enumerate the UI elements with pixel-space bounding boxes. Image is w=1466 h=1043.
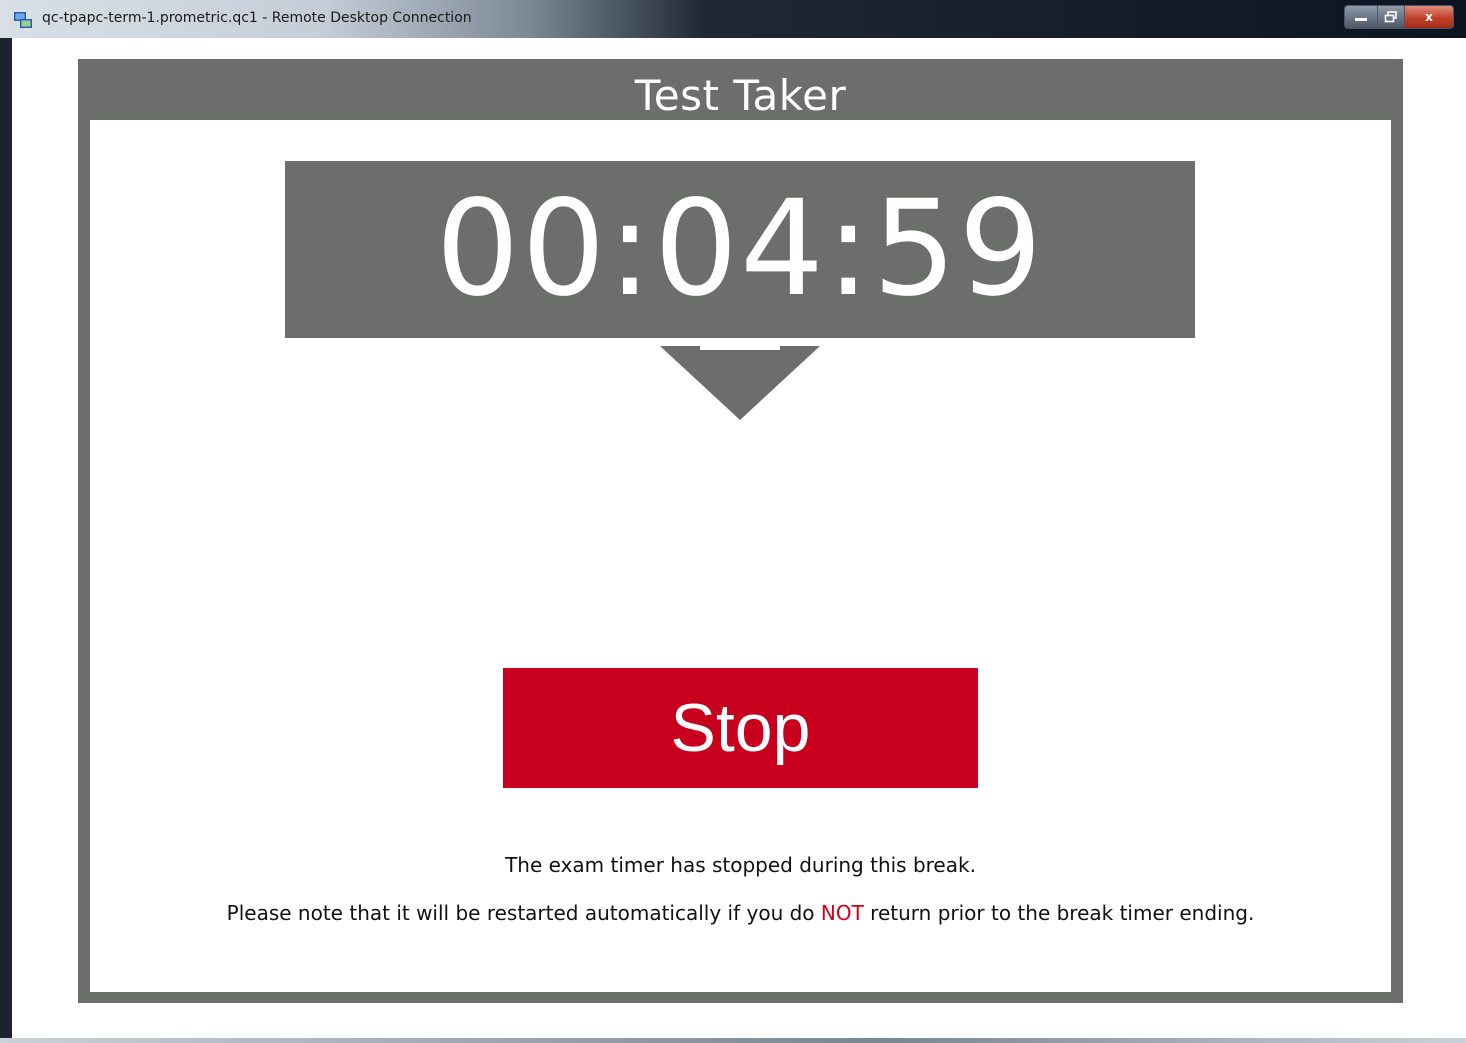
remote-desktop-icon	[14, 12, 32, 28]
restart-warning-message: Please note that it will be restarted au…	[90, 901, 1391, 925]
panel-body: 00:04:59 Stop The exam timer has stopped…	[90, 120, 1391, 992]
stop-button[interactable]: Stop	[503, 668, 978, 788]
restore-button[interactable]	[1378, 5, 1405, 29]
window-titlebar[interactable]: qc-tpapc-term-1.prometric.qc1 - Remote D…	[0, 0, 1466, 38]
panel-title: Test Taker	[634, 71, 847, 120]
restart-warning-text-end: return prior to the break timer ending.	[863, 901, 1255, 925]
minimize-button[interactable]	[1344, 5, 1378, 29]
restart-warning-text-start: Please note that it will be restarted au…	[226, 901, 821, 925]
test-taker-panel: Test Taker 00:04:59 Stop The exam timer …	[78, 59, 1403, 1003]
window-title: qc-tpapc-term-1.prometric.qc1 - Remote D…	[42, 10, 472, 26]
restore-icon	[1384, 11, 1397, 23]
window-controls: x	[1344, 5, 1454, 29]
restart-warning-emphasis: NOT	[820, 901, 864, 925]
down-arrow-icon	[660, 346, 820, 420]
remote-desktop-window: qc-tpapc-term-1.prometric.qc1 - Remote D…	[0, 0, 1466, 1043]
window-bottom-border	[0, 1038, 1466, 1043]
close-icon: x	[1425, 10, 1433, 24]
break-timer: 00:04:59	[285, 161, 1195, 338]
minimize-icon	[1355, 18, 1367, 21]
timer-stopped-message: The exam timer has stopped during this b…	[505, 853, 976, 877]
close-button[interactable]: x	[1405, 5, 1454, 29]
break-timer-value: 00:04:59	[435, 172, 1045, 326]
